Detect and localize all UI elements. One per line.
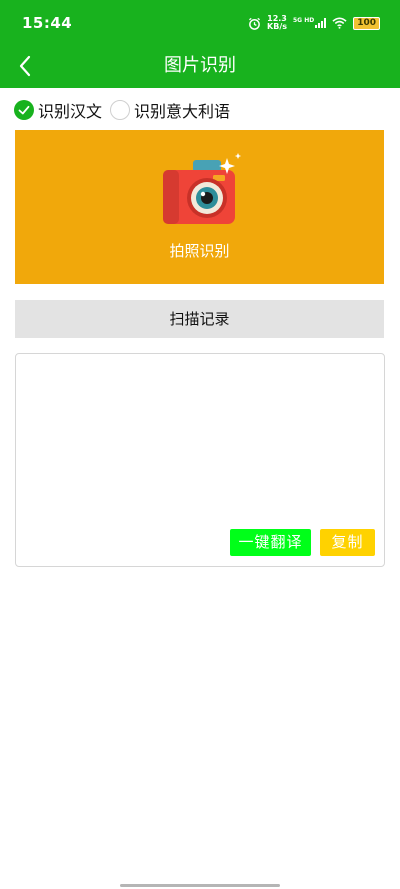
alarm-icon [249, 17, 261, 30]
option-italian[interactable]: 识别意大利语 [110, 98, 230, 122]
scan-history-button[interactable]: 扫描记录 [15, 300, 384, 338]
network-type: 5G HD [293, 17, 315, 24]
page-title: 图片识别 [164, 55, 236, 76]
translate-button[interactable]: 一键翻译 [230, 529, 311, 556]
status-time: 15:44 [22, 14, 73, 32]
take-photo-label: 拍照识别 [169, 242, 230, 260]
home-indicator[interactable] [120, 884, 280, 887]
camera-icon [163, 153, 242, 224]
recognition-language-options: 识别汉文 识别意大利语 [14, 98, 238, 122]
battery-icon: 100 [353, 16, 380, 30]
status-bar: 15:44 12.3 KB/s 5G HD 100 [0, 0, 400, 44]
copy-button[interactable]: 复制 [320, 529, 375, 556]
title-bar: 图片识别 [0, 44, 400, 88]
take-photo-button[interactable]: 拍照识别 [15, 130, 384, 284]
checkmark-icon [18, 105, 30, 115]
net-speed: 12.3 KB/s [267, 15, 287, 31]
signal-icon [315, 18, 327, 28]
radio-unchecked-icon[interactable] [110, 100, 131, 120]
option-chinese[interactable]: 识别汉文 [14, 98, 102, 122]
option-italian-label: 识别意大利语 [134, 102, 231, 121]
radio-checked-icon[interactable] [14, 100, 34, 120]
signal-group: 5G HD [293, 17, 327, 28]
net-speed-unit: KB/s [267, 22, 287, 31]
status-icons: 12.3 KB/s 5G HD 100 [248, 14, 380, 32]
wifi-icon [332, 17, 347, 29]
option-chinese-label: 识别汉文 [38, 102, 103, 121]
